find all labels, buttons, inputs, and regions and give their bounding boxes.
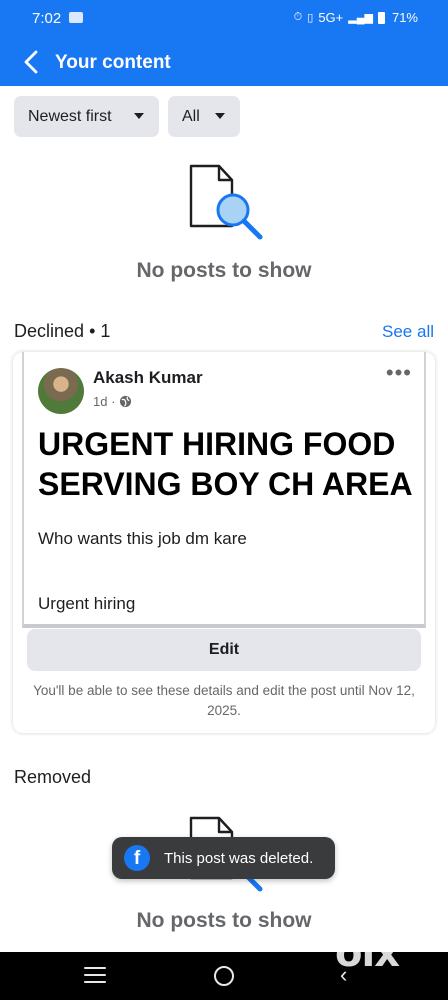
home-icon[interactable] [214, 966, 234, 986]
status-bar: 7:02 ⏱ ▯ 5G+ ▂▄▆ 71% [0, 0, 448, 38]
document-search-icon [189, 164, 263, 240]
app-header: Your content [0, 38, 448, 86]
page-title: Your content [55, 52, 171, 73]
sort-filter-dropdown[interactable]: Newest first [14, 96, 159, 137]
declined-label: Declined [14, 321, 85, 341]
edit-deadline-note: You'll be able to see these details and … [33, 683, 415, 718]
see-all-link[interactable]: See all [382, 322, 434, 342]
facebook-icon: f [124, 845, 150, 871]
globe-icon [120, 395, 132, 408]
empty-state-text: No posts to show [136, 259, 312, 282]
back-arrow-icon[interactable] [20, 49, 44, 75]
deleted-toast: f This post was deleted. [112, 837, 335, 879]
notification-icon [69, 12, 83, 23]
toast-message: This post was deleted. [164, 849, 314, 867]
status-time: 7:02 [32, 10, 62, 27]
olx-watermark: olx [335, 930, 400, 976]
caret-down-icon [134, 113, 144, 119]
signal-icon: ▂▄▆ [348, 12, 373, 24]
declined-post-card: Akash Kumar 1d · ••• URGENT HIRING FOOD … [13, 352, 435, 733]
post-time: 1d · [93, 394, 116, 409]
declined-section-title: Declined • 1 [14, 321, 110, 342]
network-type: 5G+ [318, 10, 344, 25]
post-body-line: Who wants this job dm kare [38, 529, 247, 548]
removed-section-title: Removed [14, 767, 92, 787]
post-body-line: Urgent hiring [38, 594, 136, 613]
more-options-icon[interactable]: ••• [386, 362, 412, 384]
declined-count: • 1 [89, 321, 111, 341]
battery-level: 71% [391, 10, 418, 25]
vibrate-icon: ▯ [307, 12, 314, 24]
post-author[interactable]: Akash Kumar [93, 368, 203, 388]
alarm-icon: ⏱ [293, 11, 303, 23]
your-content-page: 7:02 ⏱ ▯ 5G+ ▂▄▆ 71% Your content Newest… [0, 0, 448, 1000]
caret-down-icon [215, 113, 225, 119]
sort-filter-label: Newest first [28, 107, 112, 125]
type-filter-dropdown[interactable]: All [168, 96, 240, 137]
type-filter-label: All [182, 107, 200, 125]
post-heading: URGENT HIRING FOOD SERVING BOY CH AREA [38, 426, 413, 502]
post-preview[interactable]: Akash Kumar 1d · ••• URGENT HIRING FOOD … [22, 352, 426, 628]
recent-apps-icon[interactable] [84, 967, 106, 984]
battery-icon [377, 11, 385, 24]
post-meta: 1d · [93, 394, 132, 409]
edit-button[interactable]: Edit [27, 629, 421, 671]
status-indicators: ⏱ ▯ 5G+ ▂▄▆ 71% [294, 10, 418, 25]
avatar[interactable] [38, 368, 84, 414]
